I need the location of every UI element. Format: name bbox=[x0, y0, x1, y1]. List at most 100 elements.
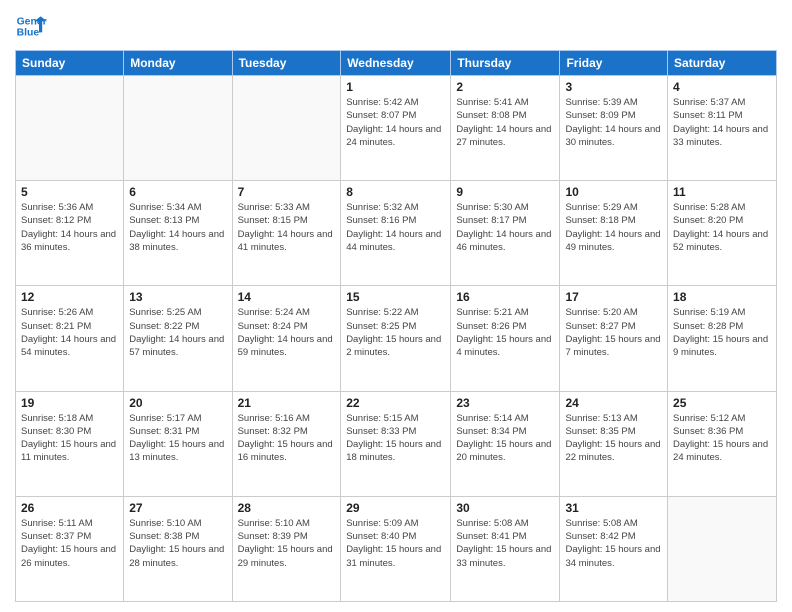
day-info: Sunrise: 5:33 AM Sunset: 8:15 PM Dayligh… bbox=[238, 201, 336, 254]
day-info: Sunrise: 5:41 AM Sunset: 8:08 PM Dayligh… bbox=[456, 96, 554, 149]
day-info: Sunrise: 5:16 AM Sunset: 8:32 PM Dayligh… bbox=[238, 412, 336, 465]
day-cell: 15Sunrise: 5:22 AM Sunset: 8:25 PM Dayli… bbox=[341, 286, 451, 391]
day-number: 18 bbox=[673, 290, 771, 304]
day-info: Sunrise: 5:13 AM Sunset: 8:35 PM Dayligh… bbox=[565, 412, 662, 465]
day-number: 15 bbox=[346, 290, 445, 304]
day-number: 26 bbox=[21, 501, 118, 515]
day-number: 3 bbox=[565, 80, 662, 94]
day-info: Sunrise: 5:09 AM Sunset: 8:40 PM Dayligh… bbox=[346, 517, 445, 570]
day-info: Sunrise: 5:12 AM Sunset: 8:36 PM Dayligh… bbox=[673, 412, 771, 465]
day-cell: 16Sunrise: 5:21 AM Sunset: 8:26 PM Dayli… bbox=[451, 286, 560, 391]
day-info: Sunrise: 5:08 AM Sunset: 8:41 PM Dayligh… bbox=[456, 517, 554, 570]
day-cell: 20 Sunrise: 5:17 AM Sunset: 8:31 PM Dayli… bbox=[124, 391, 232, 496]
day-cell: 12Sunrise: 5:26 AM Sunset: 8:21 PM Dayli… bbox=[16, 286, 124, 391]
day-number: 13 bbox=[129, 290, 226, 304]
day-number: 9 bbox=[456, 185, 554, 199]
day-cell: 19 Sunrise: 5:18 AM Sunset: 8:30 PM Dayli… bbox=[16, 391, 124, 496]
day-cell: 22 Sunrise: 5:15 AM Sunset: 8:33 PM Dayli… bbox=[341, 391, 451, 496]
day-number: 20 bbox=[129, 396, 226, 410]
day-info: Sunrise: 5:34 AM Sunset: 8:13 PM Dayligh… bbox=[129, 201, 226, 254]
day-number: 14 bbox=[238, 290, 336, 304]
day-cell: 4 Sunrise: 5:37 AM Sunset: 8:11 PM Daylig… bbox=[668, 76, 777, 181]
day-info: Sunrise: 5:25 AM Sunset: 8:22 PM Dayligh… bbox=[129, 306, 226, 359]
logo-icon: General Blue bbox=[15, 10, 47, 42]
day-cell: 31Sunrise: 5:08 AM Sunset: 8:42 PM Dayli… bbox=[560, 496, 668, 601]
day-cell: 27 Sunrise: 5:10 AM Sunset: 8:38 PM Dayli… bbox=[124, 496, 232, 601]
day-cell: 6 Sunrise: 5:34 AM Sunset: 8:13 PM Daylig… bbox=[124, 181, 232, 286]
col-header-sunday: Sunday bbox=[16, 51, 124, 76]
day-number: 8 bbox=[346, 185, 445, 199]
day-number: 1 bbox=[346, 80, 445, 94]
day-cell: 28 Sunrise: 5:10 AM Sunset: 8:39 PM Dayli… bbox=[232, 496, 341, 601]
day-info: Sunrise: 5:37 AM Sunset: 8:11 PM Dayligh… bbox=[673, 96, 771, 149]
day-cell: 17 Sunrise: 5:20 AM Sunset: 8:27 PM Dayli… bbox=[560, 286, 668, 391]
day-cell: 11 Sunrise: 5:28 AM Sunset: 8:20 PM Dayli… bbox=[668, 181, 777, 286]
day-number: 5 bbox=[21, 185, 118, 199]
day-info: Sunrise: 5:10 AM Sunset: 8:38 PM Dayligh… bbox=[129, 517, 226, 570]
day-number: 29 bbox=[346, 501, 445, 515]
day-number: 21 bbox=[238, 396, 336, 410]
day-info: Sunrise: 5:10 AM Sunset: 8:39 PM Dayligh… bbox=[238, 517, 336, 570]
day-info: Sunrise: 5:18 AM Sunset: 8:30 PM Dayligh… bbox=[21, 412, 118, 465]
day-info: Sunrise: 5:29 AM Sunset: 8:18 PM Dayligh… bbox=[565, 201, 662, 254]
day-cell: 18Sunrise: 5:19 AM Sunset: 8:28 PM Dayli… bbox=[668, 286, 777, 391]
day-info: Sunrise: 5:36 AM Sunset: 8:12 PM Dayligh… bbox=[21, 201, 118, 254]
day-cell: 23 Sunrise: 5:14 AM Sunset: 8:34 PM Dayli… bbox=[451, 391, 560, 496]
header: General Blue bbox=[15, 10, 777, 42]
day-number: 25 bbox=[673, 396, 771, 410]
day-cell: 30Sunrise: 5:08 AM Sunset: 8:41 PM Dayli… bbox=[451, 496, 560, 601]
day-cell: 29 Sunrise: 5:09 AM Sunset: 8:40 PM Dayli… bbox=[341, 496, 451, 601]
day-number: 4 bbox=[673, 80, 771, 94]
day-info: Sunrise: 5:42 AM Sunset: 8:07 PM Dayligh… bbox=[346, 96, 445, 149]
day-cell: 10 Sunrise: 5:29 AM Sunset: 8:18 PM Dayli… bbox=[560, 181, 668, 286]
day-info: Sunrise: 5:15 AM Sunset: 8:33 PM Dayligh… bbox=[346, 412, 445, 465]
col-header-thursday: Thursday bbox=[451, 51, 560, 76]
col-header-friday: Friday bbox=[560, 51, 668, 76]
week-row-2: 12Sunrise: 5:26 AM Sunset: 8:21 PM Dayli… bbox=[16, 286, 777, 391]
day-number: 28 bbox=[238, 501, 336, 515]
day-info: Sunrise: 5:32 AM Sunset: 8:16 PM Dayligh… bbox=[346, 201, 445, 254]
day-cell bbox=[124, 76, 232, 181]
day-info: Sunrise: 5:20 AM Sunset: 8:27 PM Dayligh… bbox=[565, 306, 662, 359]
day-cell: 1 Sunrise: 5:42 AM Sunset: 8:07 PM Daylig… bbox=[341, 76, 451, 181]
day-number: 7 bbox=[238, 185, 336, 199]
day-number: 27 bbox=[129, 501, 226, 515]
day-cell: 26Sunrise: 5:11 AM Sunset: 8:37 PM Dayli… bbox=[16, 496, 124, 601]
day-info: Sunrise: 5:24 AM Sunset: 8:24 PM Dayligh… bbox=[238, 306, 336, 359]
week-row-0: 1 Sunrise: 5:42 AM Sunset: 8:07 PM Daylig… bbox=[16, 76, 777, 181]
day-cell: 7 Sunrise: 5:33 AM Sunset: 8:15 PM Daylig… bbox=[232, 181, 341, 286]
day-number: 11 bbox=[673, 185, 771, 199]
day-info: Sunrise: 5:17 AM Sunset: 8:31 PM Dayligh… bbox=[129, 412, 226, 465]
day-cell: 13 Sunrise: 5:25 AM Sunset: 8:22 PM Dayli… bbox=[124, 286, 232, 391]
day-cell: 21 Sunrise: 5:16 AM Sunset: 8:32 PM Dayli… bbox=[232, 391, 341, 496]
day-number: 17 bbox=[565, 290, 662, 304]
day-info: Sunrise: 5:30 AM Sunset: 8:17 PM Dayligh… bbox=[456, 201, 554, 254]
svg-text:Blue: Blue bbox=[17, 28, 40, 39]
day-number: 19 bbox=[21, 396, 118, 410]
day-number: 2 bbox=[456, 80, 554, 94]
day-number: 16 bbox=[456, 290, 554, 304]
week-row-3: 19 Sunrise: 5:18 AM Sunset: 8:30 PM Dayli… bbox=[16, 391, 777, 496]
col-header-saturday: Saturday bbox=[668, 51, 777, 76]
header-row: SundayMondayTuesdayWednesdayThursdayFrid… bbox=[16, 51, 777, 76]
day-number: 23 bbox=[456, 396, 554, 410]
day-info: Sunrise: 5:08 AM Sunset: 8:42 PM Dayligh… bbox=[565, 517, 662, 570]
col-header-wednesday: Wednesday bbox=[341, 51, 451, 76]
day-number: 10 bbox=[565, 185, 662, 199]
day-cell: 24 Sunrise: 5:13 AM Sunset: 8:35 PM Dayli… bbox=[560, 391, 668, 496]
day-cell: 14 Sunrise: 5:24 AM Sunset: 8:24 PM Dayli… bbox=[232, 286, 341, 391]
day-cell: 5 Sunrise: 5:36 AM Sunset: 8:12 PM Daylig… bbox=[16, 181, 124, 286]
day-cell: 25 Sunrise: 5:12 AM Sunset: 8:36 PM Dayli… bbox=[668, 391, 777, 496]
page: General Blue SundayMondayTuesdayWednesda… bbox=[0, 0, 792, 612]
day-cell: 2 Sunrise: 5:41 AM Sunset: 8:08 PM Daylig… bbox=[451, 76, 560, 181]
day-cell: 9 Sunrise: 5:30 AM Sunset: 8:17 PM Daylig… bbox=[451, 181, 560, 286]
day-info: Sunrise: 5:28 AM Sunset: 8:20 PM Dayligh… bbox=[673, 201, 771, 254]
day-cell bbox=[232, 76, 341, 181]
col-header-tuesday: Tuesday bbox=[232, 51, 341, 76]
day-cell: 3Sunrise: 5:39 AM Sunset: 8:09 PM Daylig… bbox=[560, 76, 668, 181]
day-number: 12 bbox=[21, 290, 118, 304]
day-number: 22 bbox=[346, 396, 445, 410]
day-number: 24 bbox=[565, 396, 662, 410]
day-number: 6 bbox=[129, 185, 226, 199]
day-info: Sunrise: 5:14 AM Sunset: 8:34 PM Dayligh… bbox=[456, 412, 554, 465]
